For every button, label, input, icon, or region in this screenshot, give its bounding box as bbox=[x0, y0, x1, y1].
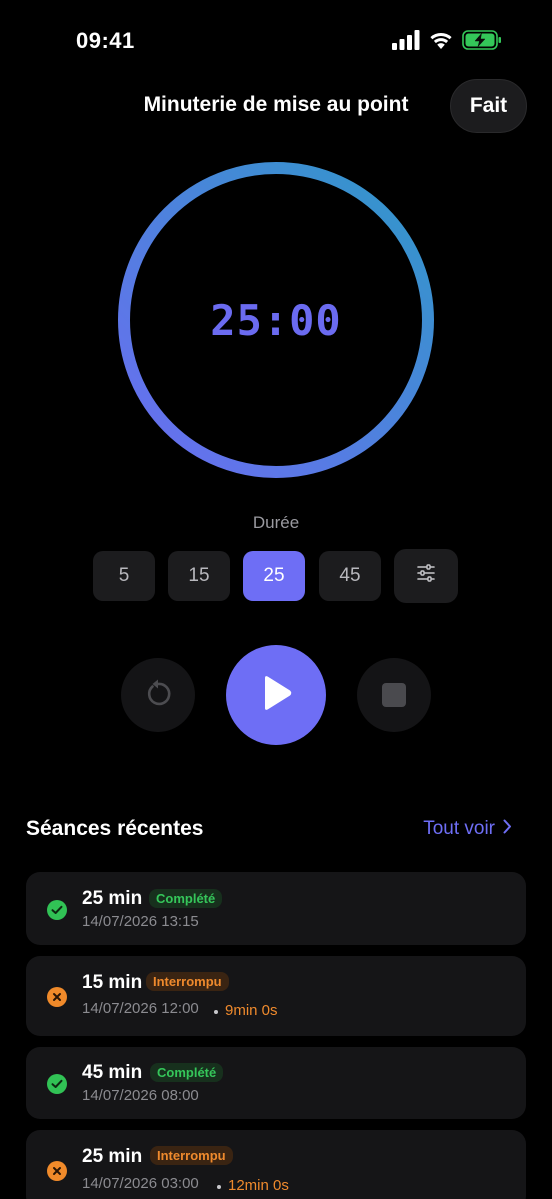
status-icons bbox=[392, 30, 502, 55]
cellular-signal-icon bbox=[392, 30, 420, 55]
session-card[interactable]: 15 min Interrompu 14/07/2026 12:00 9min … bbox=[26, 956, 526, 1036]
session-duration: 45 min bbox=[82, 1062, 143, 1083]
check-circle-icon bbox=[47, 1074, 67, 1094]
session-date: 14/07/2026 03:00 bbox=[82, 1175, 199, 1192]
session-date: 14/07/2026 12:00 bbox=[82, 1000, 199, 1017]
status-bar: 09:41 bbox=[0, 0, 552, 80]
x-circle-icon bbox=[47, 1161, 67, 1181]
session-duration: 15 min bbox=[82, 972, 143, 993]
done-button[interactable]: Fait bbox=[450, 79, 527, 133]
status-badge: Interrompu bbox=[150, 1146, 233, 1165]
session-date: 14/07/2026 08:00 bbox=[82, 1087, 199, 1104]
session-card[interactable]: 25 min Interrompu 14/07/2026 03:00 12min… bbox=[26, 1130, 526, 1199]
stop-icon bbox=[382, 683, 406, 707]
timer-ring: 25:00 bbox=[117, 161, 435, 479]
separator-dot bbox=[217, 1185, 221, 1189]
session-duration: 25 min bbox=[82, 1146, 143, 1167]
reset-button[interactable] bbox=[121, 658, 195, 732]
preset-5-button[interactable]: 5 bbox=[93, 551, 155, 601]
stop-button[interactable] bbox=[357, 658, 431, 732]
status-badge: Complété bbox=[150, 1063, 224, 1082]
preset-15-button[interactable]: 15 bbox=[168, 551, 230, 601]
sliders-icon bbox=[416, 564, 436, 588]
duration-presets: 5 15 25 45 bbox=[0, 549, 552, 603]
session-date: 14/07/2026 13:15 bbox=[82, 913, 199, 930]
session-card[interactable]: 25 min Complété 14/07/2026 13:15 bbox=[26, 872, 526, 945]
recent-sessions-title: Séances récentes bbox=[26, 817, 204, 840]
preset-45-button[interactable]: 45 bbox=[319, 551, 381, 601]
see-all-link[interactable]: Tout voir bbox=[423, 818, 512, 840]
play-button[interactable] bbox=[226, 645, 326, 745]
status-badge: Complété bbox=[149, 889, 223, 908]
custom-duration-button[interactable] bbox=[394, 549, 458, 603]
see-all-label: Tout voir bbox=[423, 818, 495, 839]
chevron-right-icon bbox=[503, 818, 512, 840]
x-circle-icon bbox=[47, 987, 67, 1007]
check-circle-icon bbox=[47, 900, 67, 920]
session-elapsed: 9min 0s bbox=[225, 1002, 278, 1019]
session-elapsed: 12min 0s bbox=[228, 1177, 289, 1194]
status-time: 09:41 bbox=[76, 28, 135, 53]
play-icon bbox=[259, 675, 293, 716]
battery-charging-icon bbox=[462, 30, 502, 55]
timer-display: 25:00 bbox=[210, 295, 342, 345]
separator-dot bbox=[214, 1010, 218, 1014]
session-card[interactable]: 45 min Complété 14/07/2026 08:00 bbox=[26, 1047, 526, 1119]
duration-label: Durée bbox=[252, 513, 300, 532]
status-badge: Interrompu bbox=[146, 972, 229, 991]
focus-timer-screen: 09:41 Minuterie de mise au point Fait 25… bbox=[0, 0, 552, 1199]
reset-icon bbox=[143, 678, 173, 713]
preset-25-button[interactable]: 25 bbox=[243, 551, 305, 601]
session-duration: 25 min bbox=[82, 888, 143, 909]
wifi-icon bbox=[428, 30, 454, 55]
